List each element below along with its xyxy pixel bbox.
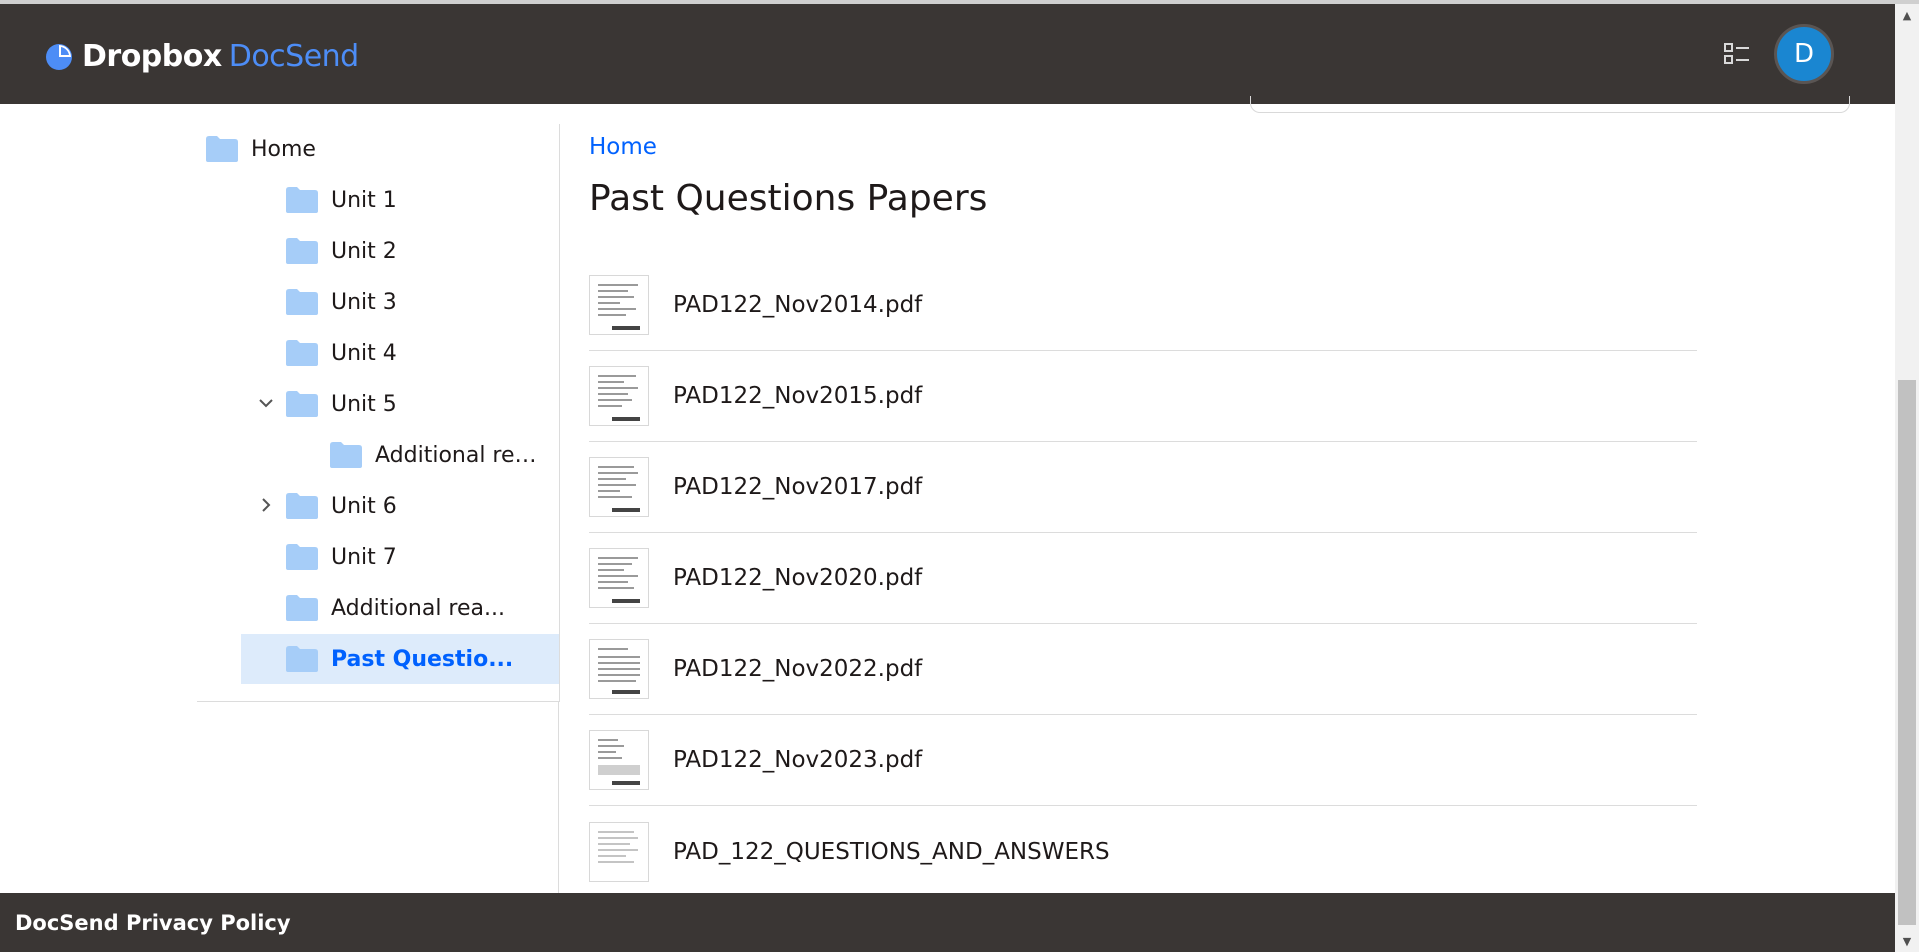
scrollbar-thumb[interactable] xyxy=(1898,380,1916,925)
app-footer: DocSend Privacy Policy xyxy=(0,893,1895,952)
tree-item-label: Unit 7 xyxy=(331,544,397,570)
list-view-icon[interactable] xyxy=(1724,41,1750,67)
tree-item-home[interactable]: Home xyxy=(205,124,559,174)
sidebar-divider xyxy=(558,701,559,893)
search-box-edge xyxy=(1250,96,1850,113)
tree-item-unit-4[interactable]: Unit 4 xyxy=(285,328,559,378)
file-name: PAD_122_QUESTIONS_AND_ANSWERS xyxy=(673,838,1110,865)
tree-item-label: Unit 4 xyxy=(331,340,397,366)
docsend-logo[interactable]: Dropbox DocSend xyxy=(44,39,359,74)
folder-icon xyxy=(206,136,238,162)
page-scrollbar[interactable]: ▲ ▼ xyxy=(1895,4,1919,952)
breadcrumb-home[interactable]: Home xyxy=(589,134,657,160)
folder-icon xyxy=(286,544,318,570)
tree-item-unit-5-additional-reading[interactable]: Additional rea... xyxy=(329,430,559,480)
file-name: PAD122_Nov2014.pdf xyxy=(673,292,923,318)
brand-primary: Dropbox xyxy=(82,39,222,74)
tree-item-label: Unit 3 xyxy=(331,289,397,315)
folder-icon xyxy=(286,595,318,621)
file-row[interactable]: PAD122_Nov2015.pdf xyxy=(589,351,1697,442)
document-thumbnail xyxy=(589,275,649,335)
tree-item-label: Past Questio... xyxy=(331,646,514,672)
tree-item-unit-1[interactable]: Unit 1 xyxy=(285,175,559,225)
tree-item-label: Additional rea... xyxy=(331,595,505,621)
user-avatar[interactable]: D xyxy=(1774,24,1834,84)
tree-item-label: Unit 5 xyxy=(331,391,397,417)
document-thumbnail xyxy=(589,457,649,517)
file-row[interactable]: PAD122_Nov2020.pdf xyxy=(589,533,1697,624)
tree-item-label: Unit 2 xyxy=(331,238,397,264)
app-header: Dropbox DocSend D xyxy=(0,4,1895,104)
folder-icon xyxy=(286,340,318,366)
tree-item-unit-7[interactable]: Unit 7 xyxy=(285,532,559,582)
tree-item-past-questions[interactable]: Past Questio... xyxy=(241,634,559,684)
document-thumbnail xyxy=(589,548,649,608)
chevron-down-icon[interactable] xyxy=(256,393,276,413)
file-name: PAD122_Nov2022.pdf xyxy=(673,656,923,682)
file-name: PAD122_Nov2020.pdf xyxy=(673,565,923,591)
file-name: PAD122_Nov2017.pdf xyxy=(673,474,923,500)
tree-item-label: Unit 6 xyxy=(331,493,397,519)
folder-icon xyxy=(286,187,318,213)
tree-item-label: Unit 1 xyxy=(331,187,397,213)
scroll-up-arrow-icon[interactable]: ▲ xyxy=(1895,4,1919,26)
file-name: PAD122_Nov2023.pdf xyxy=(673,747,923,773)
file-row[interactable]: PAD122_Nov2014.pdf xyxy=(589,260,1697,351)
tree-item-unit-2[interactable]: Unit 2 xyxy=(285,226,559,276)
brand-secondary: DocSend xyxy=(228,39,360,74)
avatar-initial: D xyxy=(1793,39,1815,69)
tree-item-unit-6[interactable]: Unit 6 xyxy=(285,481,559,531)
document-thumbnail xyxy=(589,639,649,699)
file-row[interactable]: PAD122_Nov2022.pdf xyxy=(589,624,1697,715)
folder-tree: Home Unit 1 Unit 2 Unit 3 Unit 4 Unit 5 … xyxy=(197,124,560,702)
file-row[interactable]: PAD122_Nov2023.pdf xyxy=(589,715,1697,806)
document-thumbnail xyxy=(589,821,649,882)
folder-icon xyxy=(286,391,318,417)
privacy-policy-link[interactable]: DocSend Privacy Policy xyxy=(15,911,291,935)
tree-item-label: Additional rea... xyxy=(375,442,547,468)
file-row[interactable]: PAD122_Nov2017.pdf xyxy=(589,442,1697,533)
document-thumbnail xyxy=(589,730,649,790)
tree-item-unit-3[interactable]: Unit 3 xyxy=(285,277,559,327)
file-row[interactable]: PAD_122_QUESTIONS_AND_ANSWERS xyxy=(589,806,1697,897)
file-name: PAD122_Nov2015.pdf xyxy=(673,383,923,409)
folder-icon xyxy=(330,442,362,468)
scroll-down-arrow-icon[interactable]: ▼ xyxy=(1895,930,1919,952)
chevron-right-icon[interactable] xyxy=(256,495,276,515)
folder-icon xyxy=(286,646,318,672)
folder-icon xyxy=(286,289,318,315)
folder-icon xyxy=(286,493,318,519)
file-list: PAD122_Nov2014.pdf PAD122_Nov2015.pdf PA… xyxy=(589,260,1697,897)
tree-item-unit-5[interactable]: Unit 5 xyxy=(285,379,559,429)
page-title: Past Questions Papers xyxy=(589,178,988,219)
tree-item-additional-reading[interactable]: Additional rea... xyxy=(285,583,559,633)
folder-icon xyxy=(286,238,318,264)
document-thumbnail xyxy=(589,366,649,426)
tree-item-label: Home xyxy=(251,136,316,162)
dropbox-docsend-logo-icon xyxy=(46,43,72,70)
